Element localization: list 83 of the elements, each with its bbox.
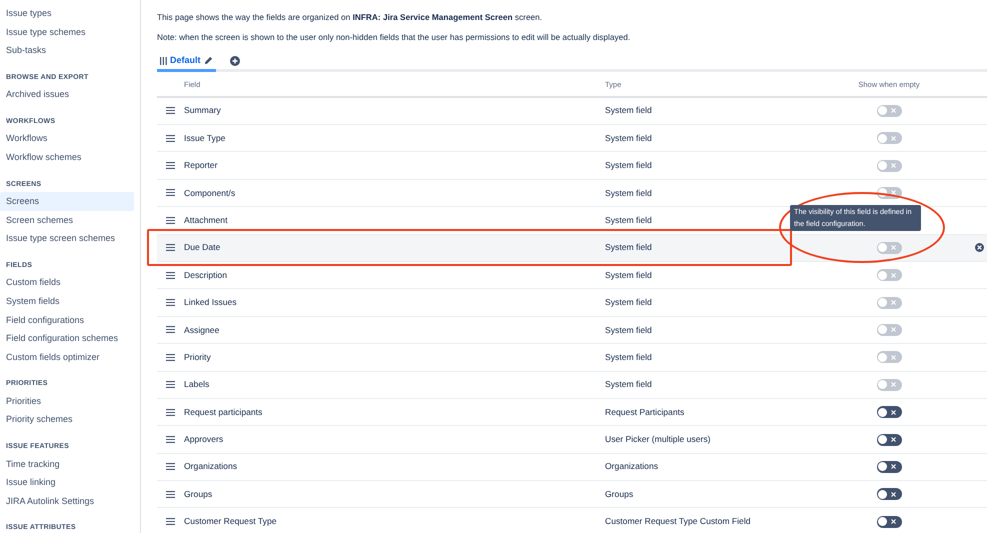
field-name: Linked Issues [184, 296, 237, 309]
toggle-switch[interactable] [876, 434, 902, 446]
field-name: Request participants [184, 406, 262, 419]
tab[interactable]: Default [157, 52, 216, 72]
sidebar-item[interactable]: Workflows [0, 129, 134, 148]
field-type: System field [605, 379, 652, 390]
field-type: User Picker (multiple users) [605, 434, 711, 444]
sidebar-item[interactable]: JIRA Autolink Settings [0, 492, 134, 510]
field-type: System field [605, 214, 652, 225]
sidebar-item[interactable]: Sub-tasks [0, 41, 134, 60]
drag-handle-icon[interactable] [166, 518, 175, 526]
x-icon [890, 108, 896, 114]
sidebar-item[interactable]: Time tracking [0, 454, 134, 474]
field-name: Priority [184, 350, 211, 364]
columns-icon [160, 56, 167, 65]
sidebar-item[interactable]: Field configurations [0, 310, 134, 330]
drag-handle-icon[interactable] [166, 216, 175, 224]
x-icon [890, 272, 896, 278]
x-icon [890, 436, 896, 442]
field-type: System field [605, 188, 652, 198]
sidebar-item[interactable]: Issue type screen schemes [0, 229, 134, 248]
x-icon [890, 300, 896, 305]
sidebar-item[interactable]: Archived issues [0, 85, 134, 104]
pencil-icon[interactable] [204, 56, 213, 66]
field-type: System field [605, 324, 652, 334]
x-icon [890, 136, 896, 141]
x-icon [890, 382, 896, 388]
drag-handle-icon[interactable] [166, 408, 175, 416]
field-type: System field [605, 160, 652, 170]
toggle-switch[interactable] [876, 460, 902, 473]
x-icon [890, 410, 896, 414]
sidebar-item[interactable]: Custom fields optimizer [0, 348, 134, 366]
x-icon [890, 245, 896, 250]
sidebar-item[interactable]: Screen schemes [0, 210, 134, 230]
field-type: System field [605, 132, 652, 143]
x-icon [890, 464, 896, 470]
sidebar-item[interactable]: Priority schemes [0, 410, 134, 429]
field-name: Description [184, 268, 227, 282]
field-type: System field [605, 242, 652, 252]
x-icon [890, 519, 896, 524]
sidebar-item[interactable]: Field configuration schemes [0, 329, 134, 348]
screen-note: Note: when the screen is shown to the user only non-hidden fields that the user has permissions to edit will be actually displayed. [157, 31, 632, 44]
add-tab-icon[interactable] [230, 56, 240, 66]
field-type: System field [605, 270, 652, 280]
drag-handle-icon[interactable] [166, 490, 175, 498]
sidebar-item[interactable]: Workflow schemes [0, 148, 134, 167]
field-type: Organizations [605, 461, 658, 472]
field-type: System field [605, 105, 652, 116]
field-name: Assignee [184, 324, 220, 336]
field-name: Summary [184, 104, 221, 118]
field-name: Component/s [184, 186, 236, 200]
field-type: Customer Request Type Custom Field [605, 516, 751, 526]
sidebar-item[interactable]: Screens [0, 192, 134, 211]
field-name: Groups [184, 488, 212, 501]
field-type: System field [605, 352, 652, 362]
x-icon [890, 354, 896, 360]
field-type: Request Participants [605, 406, 684, 417]
x-icon [890, 190, 896, 196]
drag-handle-icon[interactable] [166, 463, 175, 470]
sidebar-item[interactable]: Custom fields [0, 273, 134, 292]
field-type: Groups [605, 488, 634, 499]
page-description: This page shows the way the fields are organized on INFRA: Jira Service Management Screen screen. [157, 11, 544, 24]
toggle-switch[interactable] [876, 516, 902, 528]
sidebar-item[interactable]: Priorities [0, 392, 134, 410]
field-name: Attachment [184, 214, 228, 227]
x-icon [890, 492, 896, 497]
field-name: Customer Request Type [184, 515, 277, 528]
field-name: Reporter [184, 159, 218, 172]
toggle-switch[interactable] [876, 406, 902, 418]
toggle-switch[interactable] [876, 488, 902, 500]
field-name: Issue Type [184, 132, 226, 145]
field-name: Labels [184, 378, 210, 392]
field-name: Due Date [184, 241, 220, 254]
x-icon [890, 327, 896, 332]
sidebar-item[interactable]: System fields [0, 292, 134, 311]
x-icon [890, 162, 896, 168]
sidebar-item[interactable]: Issue linking [0, 473, 134, 492]
field-name: Approvers [184, 433, 224, 446]
drag-handle-icon[interactable] [166, 436, 175, 443]
field-name: Organizations [184, 460, 238, 474]
sidebar-item[interactable]: Issue type schemes [0, 22, 134, 42]
sidebar-item[interactable]: Issue types [0, 4, 134, 23]
field-type: System field [605, 297, 652, 308]
